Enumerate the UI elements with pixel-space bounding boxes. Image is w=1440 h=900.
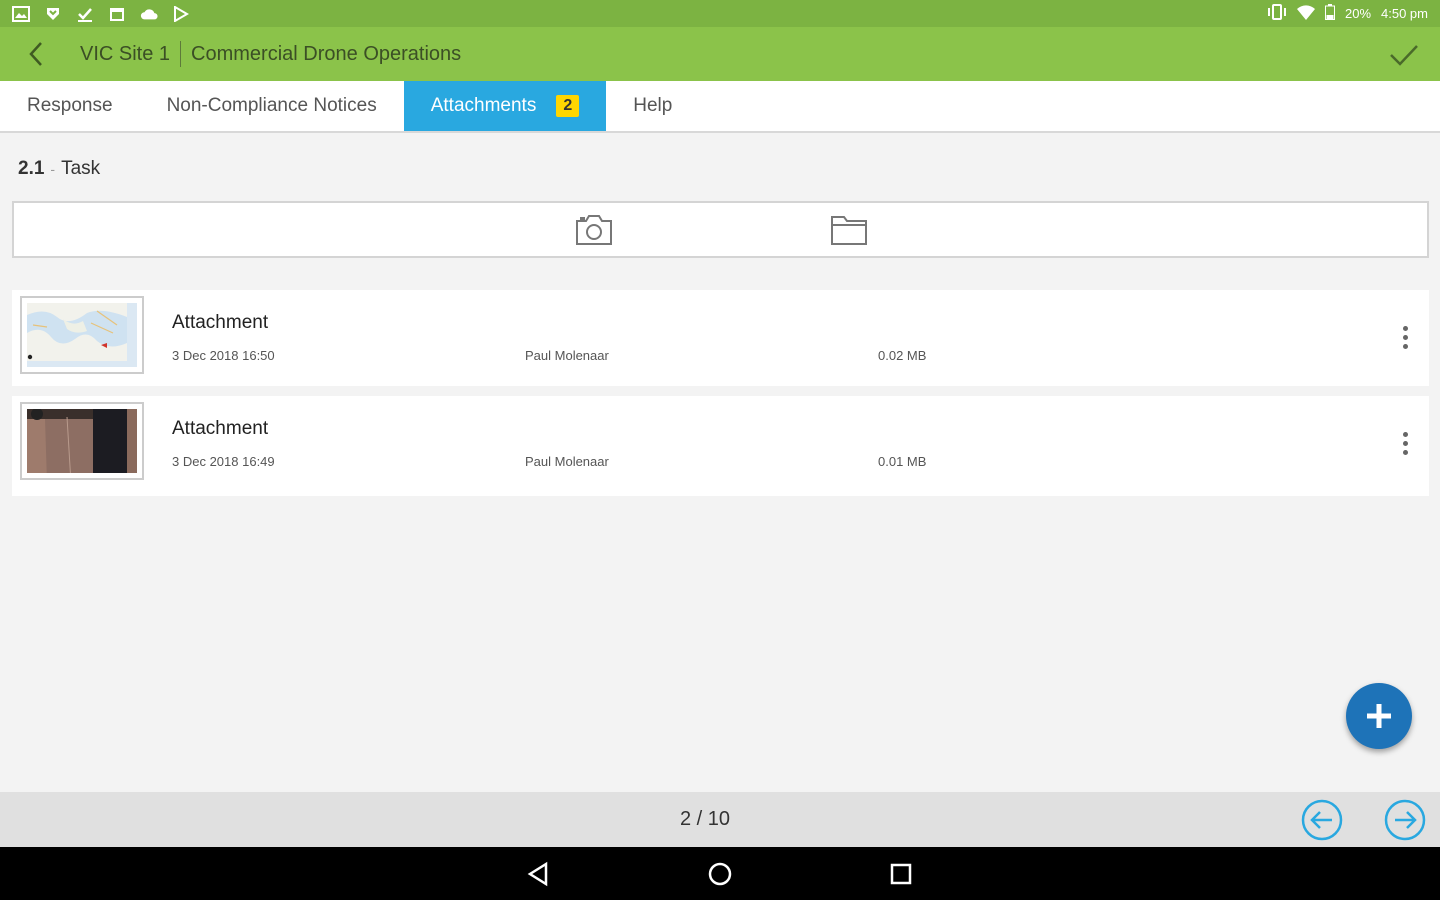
- system-home-button[interactable]: [706, 860, 734, 888]
- camera-icon: [576, 215, 612, 245]
- previous-button[interactable]: [1300, 798, 1344, 842]
- battery-percentage: 20%: [1344, 6, 1372, 21]
- more-options-button[interactable]: [1395, 428, 1415, 458]
- cloud-icon: [140, 6, 158, 22]
- system-navigation-bar: [0, 847, 1440, 900]
- tab-help[interactable]: Help: [606, 81, 699, 131]
- add-attachment-fab[interactable]: [1346, 683, 1412, 749]
- map-thumbnail-image: [27, 303, 137, 367]
- system-back-button[interactable]: [524, 861, 552, 887]
- site-name: VIC Site 1: [80, 42, 171, 65]
- attachment-count-badge: 2: [556, 95, 580, 117]
- tab-label: Help: [633, 95, 673, 116]
- status-bar: 20% 4:50 pm: [0, 0, 1440, 27]
- next-button[interactable]: [1383, 798, 1427, 842]
- notification-icons: [12, 5, 190, 22]
- battery-icon: [1324, 4, 1335, 23]
- more-vert-icon: [1402, 325, 1408, 331]
- arrow-left-circle-icon: [1301, 799, 1343, 841]
- more-vert-icon: [1402, 343, 1408, 349]
- section-separator: -: [50, 161, 56, 177]
- map-thumbnail[interactable]: [20, 296, 144, 374]
- more-vert-icon: [1402, 440, 1408, 446]
- folder-icon: [831, 216, 867, 245]
- system-indicators: 20% 4:50 pm: [1267, 4, 1428, 23]
- attachment-title: Attachment: [172, 312, 269, 333]
- checkmark-icon: [1390, 45, 1418, 66]
- tab-response[interactable]: Response: [0, 81, 140, 131]
- section-heading: 2.1- Task: [18, 158, 100, 180]
- arrow-right-circle-icon: [1384, 799, 1426, 841]
- app-title: VIC Site 1 Commercial Drone Operations: [80, 41, 461, 67]
- attachment-date: 3 Dec 2018 16:49: [172, 454, 275, 469]
- chevron-left-icon: [29, 42, 42, 66]
- page-indicator: 2 / 10: [679, 808, 731, 830]
- attachment-size: 0.02 MB: [878, 348, 927, 363]
- tab-label: Attachments: [430, 95, 537, 116]
- vibrate-icon: [1267, 4, 1287, 23]
- square-recents-icon: [890, 863, 912, 885]
- more-vert-icon: [1402, 431, 1408, 437]
- tab-bar: Response Non-Compliance Notices Attachme…: [0, 81, 1440, 133]
- wifi-icon: [1296, 4, 1315, 23]
- folder-button[interactable]: [829, 213, 869, 247]
- tab-attachments[interactable]: Attachments 2: [403, 81, 607, 131]
- section-number: 2.1: [18, 158, 45, 179]
- more-options-button[interactable]: [1395, 322, 1415, 352]
- tab-label: Response: [27, 95, 113, 116]
- section-label: Task: [61, 158, 101, 179]
- plus-icon: [1367, 704, 1391, 728]
- attach-toolbar: [12, 201, 1429, 258]
- back-button[interactable]: [0, 27, 72, 81]
- tab-label: Non-Compliance Notices: [166, 95, 377, 116]
- pagination-bar: 2 / 10: [0, 792, 1440, 847]
- camera-button[interactable]: [574, 213, 614, 247]
- system-recents-button[interactable]: [888, 861, 914, 887]
- attachment-size: 0.01 MB: [878, 454, 927, 469]
- triangle-back-icon: [527, 861, 548, 887]
- circle-home-icon: [708, 862, 732, 886]
- gallery-icon: [12, 5, 30, 22]
- list-item[interactable]: Attachment 3 Dec 2018 16:49 Paul Molenaa…: [12, 396, 1429, 496]
- confirm-button[interactable]: [1386, 37, 1422, 73]
- download-icon: [44, 6, 62, 22]
- play-store-icon: [172, 5, 190, 22]
- title-divider: [180, 41, 182, 67]
- app-bar: VIC Site 1 Commercial Drone Operations: [0, 27, 1440, 81]
- attachment-author: Paul Molenaar: [525, 454, 609, 469]
- attachment-title: Attachment: [172, 418, 269, 439]
- attachment-date: 3 Dec 2018 16:50: [172, 348, 275, 363]
- photo-thumbnail-image: [27, 409, 137, 473]
- photo-thumbnail[interactable]: [20, 402, 144, 480]
- tab-non-compliance-notices[interactable]: Non-Compliance Notices: [140, 81, 404, 131]
- calendar-icon: [108, 6, 126, 22]
- attachment-author: Paul Molenaar: [525, 348, 609, 363]
- page-title: Commercial Drone Operations: [191, 42, 462, 65]
- more-vert-icon: [1402, 449, 1408, 455]
- more-vert-icon: [1402, 334, 1408, 340]
- task-check-icon: [76, 6, 94, 22]
- attachment-list: Attachment 3 Dec 2018 16:50 Paul Molenaa…: [12, 290, 1429, 506]
- list-item[interactable]: Attachment 3 Dec 2018 16:50 Paul Molenaa…: [12, 290, 1429, 386]
- clock: 4:50 pm: [1381, 6, 1428, 21]
